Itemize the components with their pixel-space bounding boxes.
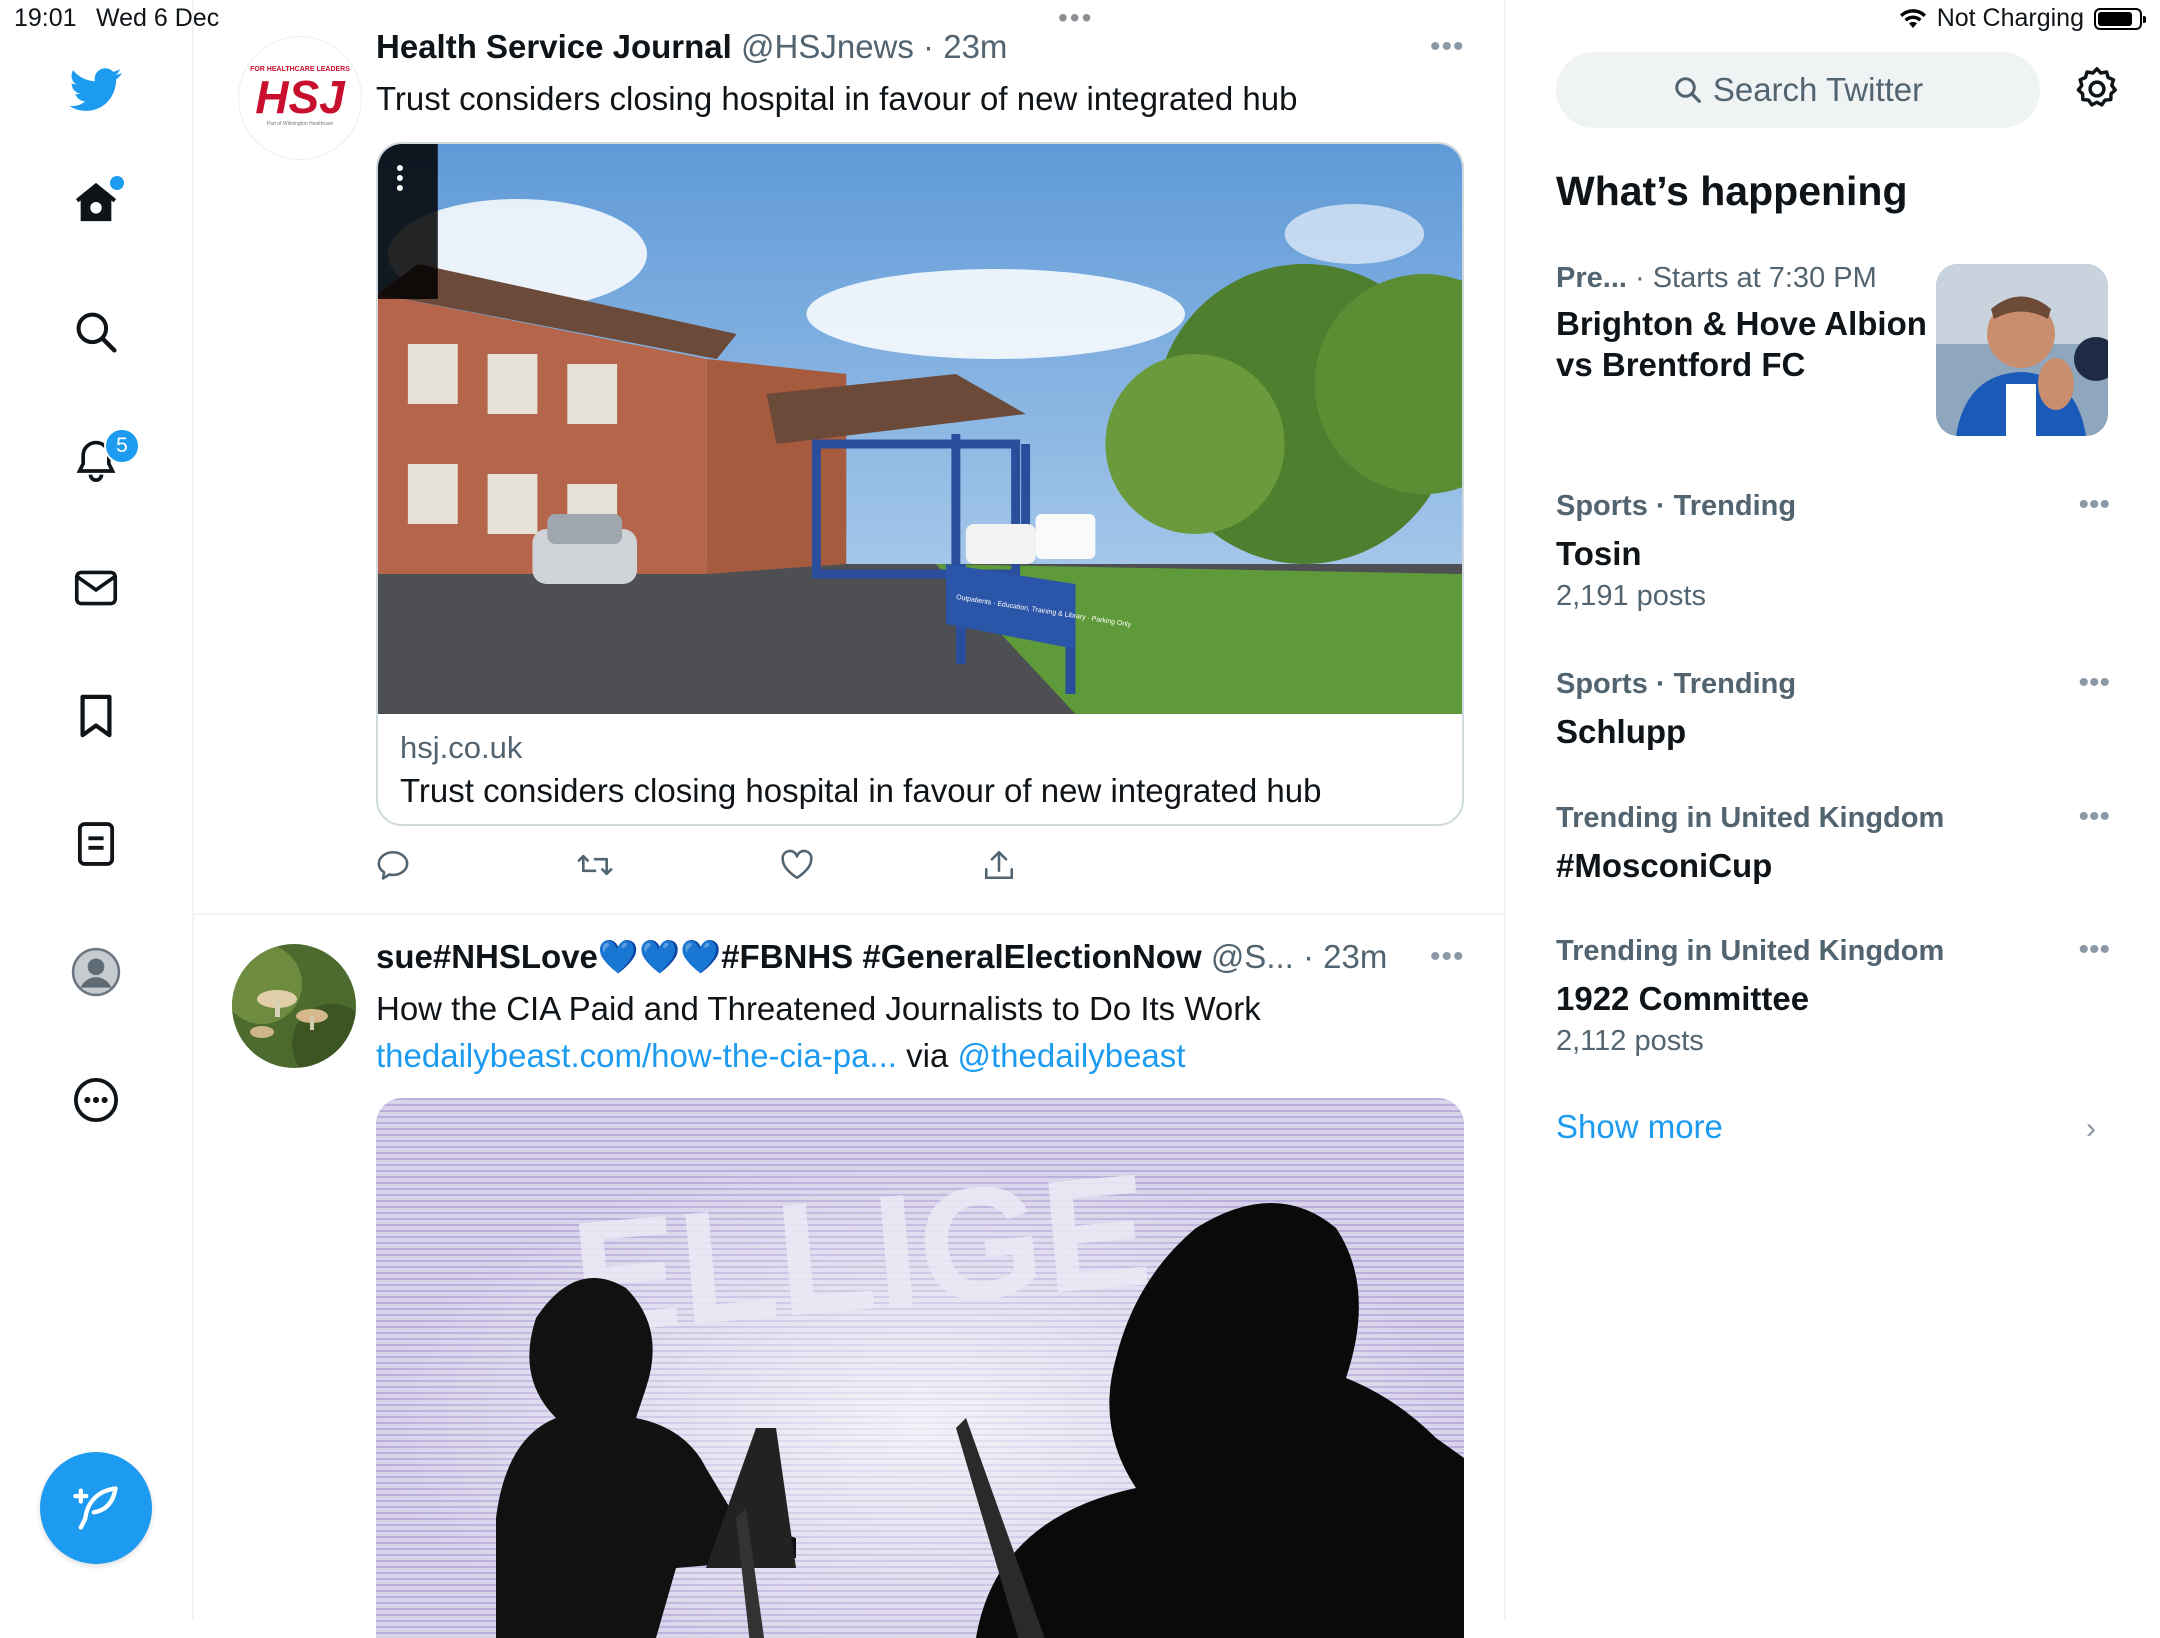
tweet-link[interactable]: thedailybeast.com/how-the-cia-pa... [376,1037,897,1074]
bookmarks-icon[interactable] [66,686,126,746]
trend-more-icon[interactable]: ••• [2078,488,2110,522]
tweet-header: Health Service Journal @HSJnews · 23m [376,28,1007,66]
trend-context: Pre... · Starts at 7:30 PM [1556,262,1936,295]
twitter-logo-icon[interactable] [66,60,126,120]
more-options-icon[interactable] [66,1070,126,1130]
trend-count: 2,191 posts [1556,580,1706,612]
compose-tweet-button[interactable] [40,1452,152,1564]
trend-item[interactable]: Trending in United Kingdom 1922 Committe… [1556,935,2116,1058]
tweet-handle[interactable]: @S... [1211,938,1294,975]
retweet-icon[interactable] [575,845,615,885]
status-date: Wed 6 Dec [96,4,220,32]
trend-title: Tosin [1556,535,1642,572]
trend-item[interactable]: Sports · Trending Tosin 2,191 posts [1556,490,2116,613]
battery-level [2098,11,2132,26]
trend-item[interactable]: Trending in United Kingdom #MosconiCup [1556,802,2116,886]
trend-title: Schlupp [1556,713,1687,750]
profile-avatar-icon[interactable] [66,942,126,1002]
trend-title: 1922 Committee [1556,980,1810,1017]
messages-mail-icon[interactable] [66,558,126,618]
tweet-text: Trust considers closing hospital in favo… [376,80,1298,117]
multitasking-dots-icon[interactable]: ••• [1058,2,1093,34]
trend-context: Sports · Trending [1556,668,1797,700]
hsj-avatar[interactable]: FOR HEALTHCARE LEADERS HSJ Part of Wilmi… [238,36,362,160]
status-time: 19:01 [14,4,77,32]
share-icon[interactable] [979,845,1019,885]
via-text: via [896,1037,958,1074]
trend-title: Brighton & Hove Albion vs Brentford FC [1556,305,1927,383]
mention-link[interactable]: @thedailybeast [957,1037,1185,1074]
battery-icon [2094,7,2146,30]
tweet-author-name[interactable]: Health Service Journal [376,28,732,65]
trend-item[interactable]: Pre... · Starts at 7:30 PM Brighton & Ho… [1556,262,1936,385]
trend-context: Trending in United Kingdom [1556,935,1945,967]
charging-status: Not Charging [1936,4,2084,32]
reply-icon[interactable] [373,845,413,885]
link-card[interactable]: Outpatients · Education, Training & Libr… [376,142,1464,826]
settings-gear-icon[interactable] [2074,66,2120,112]
tweet-separator: · [1293,938,1324,975]
tweet-handle[interactable]: @HSJnews [741,28,914,65]
timeline-divider [1504,0,1506,1620]
trend-count: 2,112 posts [1556,1025,1704,1057]
tweet-text: How the CIA Paid and Threatened Journali… [376,990,1261,1027]
compose-feather-icon [73,1486,118,1530]
trend-category: Pre... [1556,262,1627,294]
card-title: Trust considers closing hospital in favo… [400,772,1322,809]
chevron-right-icon[interactable]: › [2086,1112,2096,1146]
trend-context: Trending in United Kingdom [1556,802,1945,834]
explore-search-icon[interactable] [66,302,126,362]
tweet-header: sue#NHSLove💙💙💙#FBNHS #GeneralElectionNow… [376,938,1387,977]
trend-more-icon[interactable]: ••• [2078,800,2110,834]
tweet-separator: · [913,28,944,65]
whats-happening-title: What’s happening [1556,168,1908,214]
search-icon [1675,77,1701,103]
trend-start-time: · Starts at 7:30 PM [1626,262,1877,294]
trend-more-icon[interactable]: ••• [2078,933,2110,967]
tweet-more-icon[interactable]: ••• [1430,940,1465,974]
trend-context: Sports · Trending [1556,490,1797,522]
status-right: Not Charging [1899,4,2146,33]
nav-divider [192,0,194,1620]
tweet-link-line: thedailybeast.com/how-the-cia-pa... via … [376,1037,1185,1075]
search-placeholder: Search Twitter [1712,71,1924,108]
home-new-dot [108,174,126,192]
show-more-link[interactable]: Show more [1556,1108,1723,1146]
hospital-photo: Outpatients · Education, Training & Libr… [378,144,1462,714]
trend-title: #MosconiCup [1556,847,1773,884]
notifications-badge: 5 [104,428,140,464]
tweet-divider [194,913,1504,915]
hsj-avatar-logo: HSJ [255,71,346,123]
tweet-more-icon[interactable]: ••• [1430,30,1465,64]
trend-more-icon[interactable]: ••• [2078,666,2110,700]
search-input[interactable]: Search Twitter [1556,52,2040,128]
trend-thumbnail [1936,264,2108,436]
tweet-time[interactable]: 23m [943,28,1007,65]
lists-icon[interactable] [66,814,126,874]
like-heart-icon[interactable] [777,845,817,885]
card-domain: hsj.co.uk [400,730,523,765]
trend-item[interactable]: Sports · Trending Schlupp [1556,668,2116,752]
wifi-icon [1899,8,1926,28]
sue-avatar[interactable] [232,944,356,1068]
tweet-author-name[interactable]: sue#NHSLove💙💙💙#FBNHS #GeneralElectionNow [376,938,1202,975]
hsj-avatar-subline: Part of Wilmington Healthcare [267,121,334,127]
tweet-time[interactable]: 23m [1323,938,1387,975]
tweet-media-image[interactable]: ELLIGE [376,1098,1464,1638]
